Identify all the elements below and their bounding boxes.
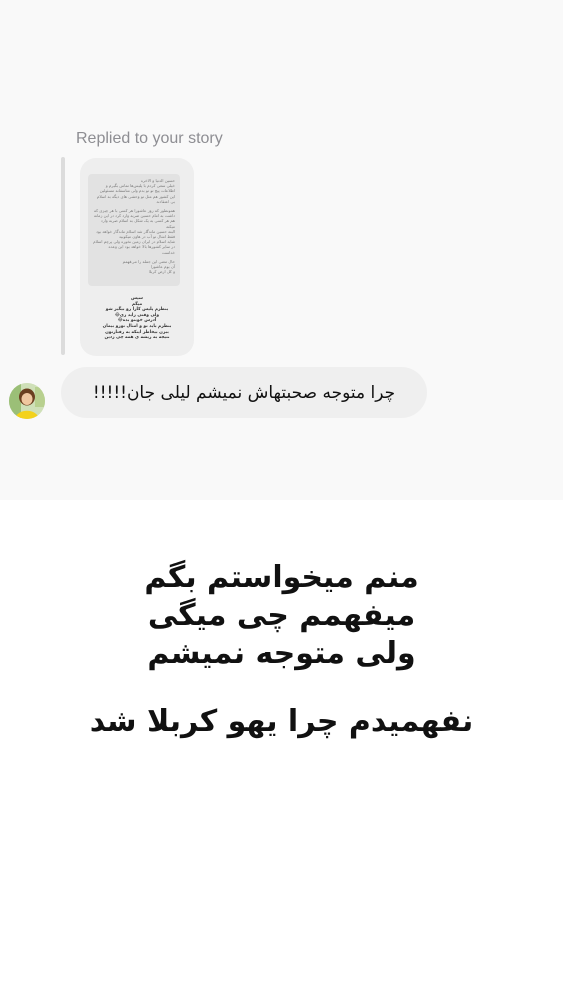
message-text: چرا متوجه صحبتهاش نمیشم لیلی جان!!!!! (92, 382, 396, 403)
story-thumbnail-caption: سپس میگم بنظرم پلیس کارا رو بیگیر شو ولی وق… (86, 296, 188, 341)
replied-to-story-label: Replied to your story (76, 130, 223, 147)
story-thumbnail-text-card: حسین الدنیا و الاخره خیلی سعی کردم با پلی… (88, 174, 180, 286)
thumbnail-text-line: هم هر کسی به یک شکل به اسلام ضربه وارد (100, 218, 175, 224)
overlay-text-line-3: ولی متوجه نمیشم (147, 636, 416, 671)
reply-indicator-bar (61, 157, 65, 355)
thumbnail-caption-line: نتیجه به ریشه ی همه چی زدین (104, 335, 170, 341)
dm-screenshot-panel: Replied to your story حسین الدنیا و الاخ… (0, 0, 563, 500)
thumbnail-text-line: و کل ارض کربلا (148, 269, 175, 275)
sender-avatar[interactable] (9, 383, 45, 419)
message-bubble[interactable]: چرا متوجه صحبتهاش نمیشم لیلی جان!!!!! (61, 367, 427, 418)
avatar-photo-icon (9, 383, 45, 419)
thumbnail-text-line: اطلاعات پیچ تو تو بدم ولی متاسفانه مسئول… (99, 188, 175, 194)
overlay-text-line-4: نفهمیدم چرا یهو کربلا شد (89, 704, 474, 739)
story-thumbnail-text: حسین الدنیا و الاخره خیلی سعی کردم با پلی… (88, 174, 180, 274)
story-thumbnail[interactable]: حسین الدنیا و الاخره خیلی سعی کردم با پلی… (80, 158, 194, 356)
overlay-text-line-1: منم میخواستم بگم (144, 560, 419, 595)
overlay-text-line-2: میفهمم چی میگی (147, 598, 416, 633)
